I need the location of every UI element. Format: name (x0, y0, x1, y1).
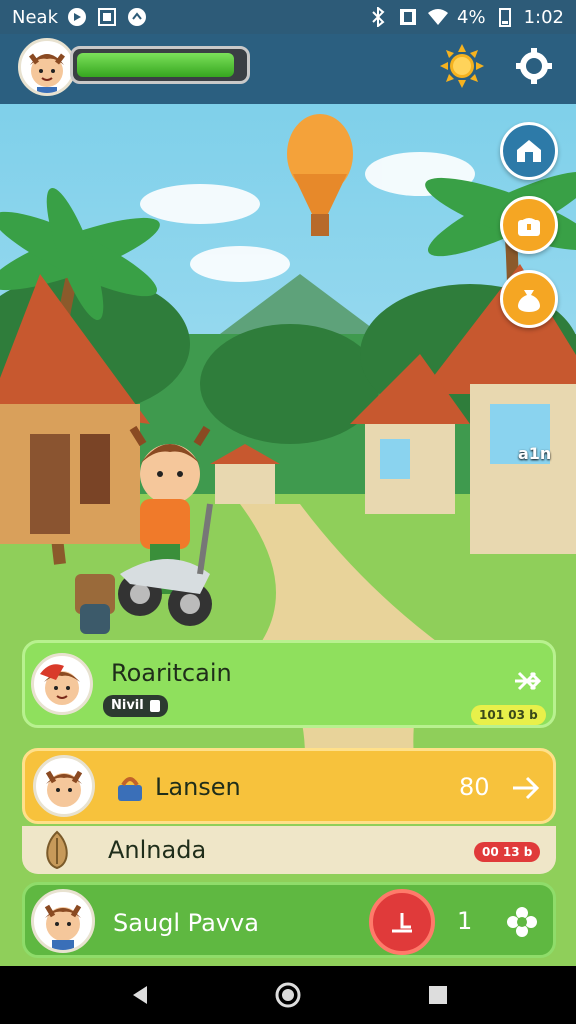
home-icon[interactable] (274, 981, 302, 1009)
card-tag-1: Nivil (103, 695, 168, 717)
card-title-3: Anlnada (108, 836, 207, 864)
card-badge-1: 101 03 b (471, 705, 546, 725)
card-title-1: Roaritcain (111, 659, 232, 687)
wifi-icon (427, 6, 449, 28)
coin-count-label: a1n (518, 444, 552, 463)
battery-icon (494, 6, 516, 28)
bluetooth-icon (367, 6, 389, 28)
card-count-4: 1 (457, 907, 473, 935)
notification-icon (126, 6, 148, 28)
close-icon[interactable] (509, 663, 545, 699)
card-count-2: 80 (459, 773, 490, 801)
timer-icon (392, 913, 412, 933)
arrow-right-icon[interactable] (509, 771, 543, 805)
recents-icon[interactable] (424, 981, 452, 1009)
health-bar-fill (77, 53, 235, 77)
chest-icon[interactable] (500, 196, 558, 254)
card-avatar-2 (33, 755, 95, 817)
coin-bag-icon[interactable] (500, 270, 558, 328)
image-icon (96, 6, 118, 28)
timer-button[interactable] (369, 889, 435, 955)
basket-icon (115, 773, 145, 803)
player-avatar[interactable] (18, 38, 76, 96)
settings-gear-icon[interactable] (514, 46, 554, 86)
card-avatar-1 (31, 653, 93, 715)
quest-card-green[interactable]: Roaritcain Nivil 101 03 b (22, 640, 556, 728)
sun-icon[interactable] (440, 44, 484, 88)
back-icon[interactable] (126, 981, 154, 1009)
status-right: 4% 1:02 (367, 6, 564, 28)
battery-label: 4% (457, 6, 486, 28)
quest-card-beige[interactable]: Anlnada 00 13 b (22, 826, 556, 874)
top-bar (0, 34, 576, 104)
card-badge-3: 00 13 b (474, 842, 541, 862)
media-icon (66, 6, 88, 28)
seed-icon (40, 830, 74, 870)
quest-card-bottom[interactable]: Saugl Pavva 1 (22, 882, 556, 958)
health-bar (70, 46, 250, 84)
card-title-4: Saugl Pavva (113, 909, 259, 937)
status-bar: Neak 4% 1:02 (0, 0, 576, 34)
system-nav-bar (0, 966, 576, 1024)
carrier-label: Neak (12, 6, 58, 28)
clock: 1:02 (523, 6, 564, 28)
house-icon[interactable] (500, 122, 558, 180)
status-left: Neak (12, 6, 148, 28)
flower-gear-icon[interactable] (505, 905, 539, 939)
card-avatar-4 (31, 889, 95, 953)
card-tag-label-1: Nivil (111, 698, 144, 713)
vibrate-icon (397, 6, 419, 28)
quest-card-yellow[interactable]: Lansen 80 (22, 748, 556, 824)
luggage-bag (75, 574, 115, 634)
card-title-2: Lansen (155, 773, 241, 801)
lock-icon (149, 700, 160, 712)
